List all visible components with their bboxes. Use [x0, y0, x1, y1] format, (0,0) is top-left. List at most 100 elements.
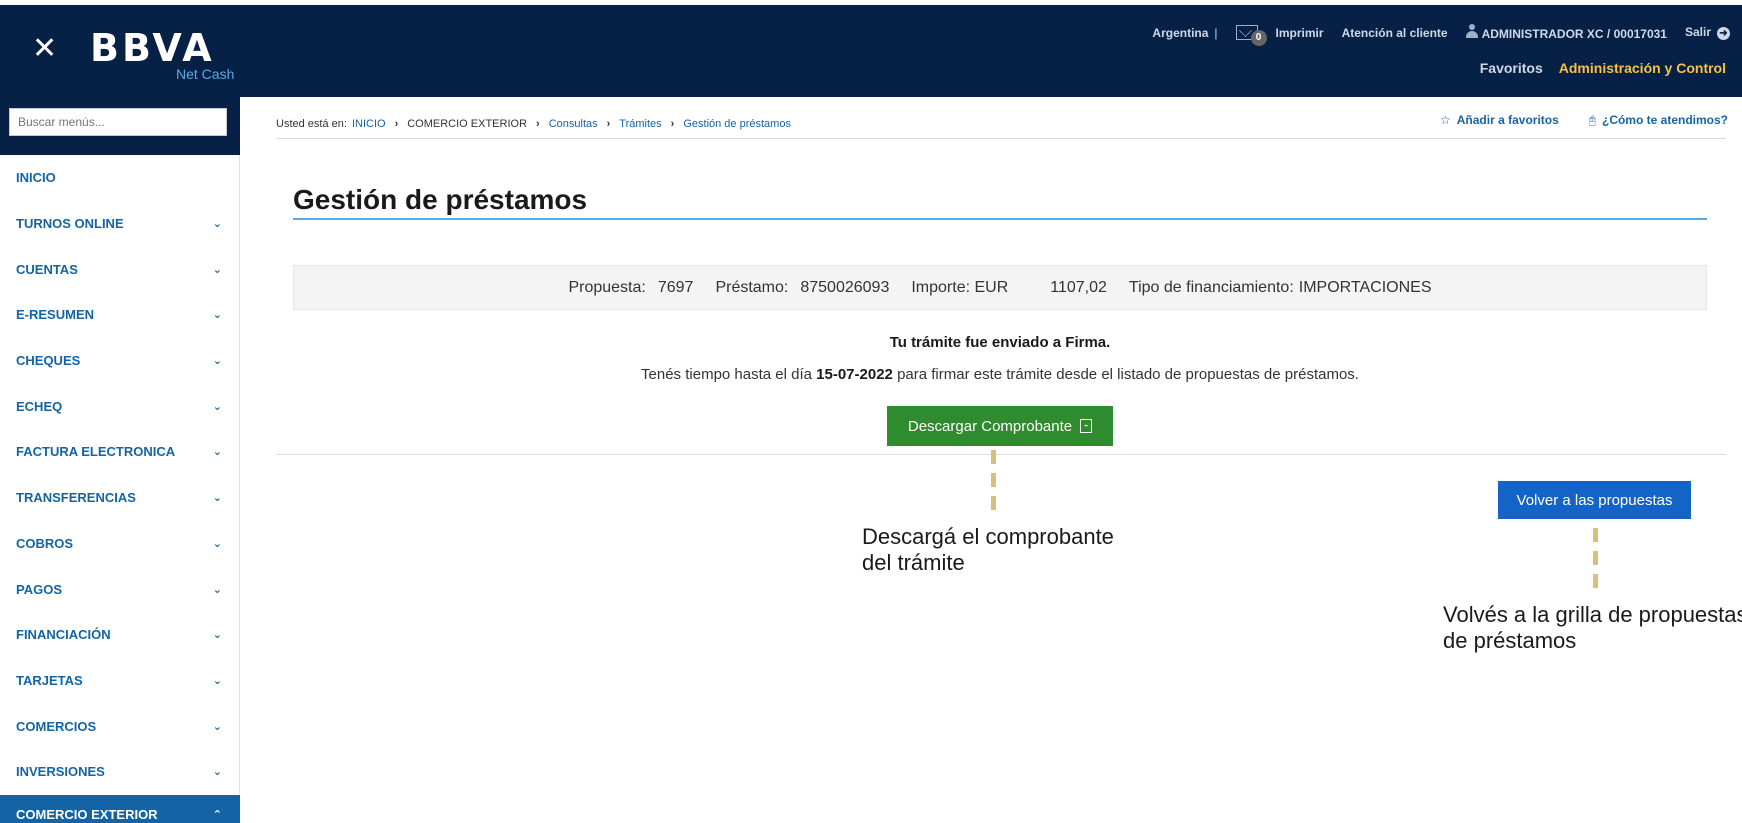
sidebar-item-cobros[interactable]: COBROS ⌄	[0, 521, 240, 567]
sidebar-item-financiacion[interactable]: FINANCIACIÓN ⌄	[0, 612, 240, 658]
sidebar-item-transferencias[interactable]: TRANSFERENCIAS ⌄	[0, 475, 240, 521]
sidebar-item-factura-electronica[interactable]: FACTURA ELECTRONICA ⌄	[0, 429, 240, 475]
sidebar-item-comercio-exterior[interactable]: COMERCIO EXTERIOR ⌃	[0, 794, 240, 823]
sidebar-menu: INICIO TURNOS ONLINE ⌄ CUENTAS ⌄ E-RESUMEN…	[0, 155, 240, 823]
favorites-link[interactable]: Favoritos	[1480, 60, 1543, 76]
mail-button[interactable]: 0	[1235, 25, 1267, 46]
sidebar-item-pagos[interactable]: PAGOS ⌄	[0, 566, 240, 612]
top-links: Argentina | 0 Imprimir Atención al clien…	[1152, 24, 1730, 46]
sidebar-item-tarjetas[interactable]: TARJETAS ⌄	[0, 658, 240, 704]
sidebar-item-label: TURNOS ONLINE	[16, 216, 124, 232]
amount-label: Importe: EUR	[911, 278, 1009, 296]
chevron-right-icon: ›	[606, 118, 611, 130]
sidebar-item-inversiones[interactable]: INVERSIONES ⌄	[0, 749, 240, 795]
sidebar-item-e-resumen[interactable]: E-RESUMEN ⌄	[0, 292, 240, 338]
chevron-down-icon: ⌄	[212, 673, 222, 687]
chevron-right-icon: ›	[670, 118, 675, 130]
admin-control-link[interactable]: Administración y Control	[1559, 60, 1726, 76]
add-favorites-label: Añadir a favoritos	[1456, 113, 1559, 127]
back-callout-line1: Volvés a la grilla de propuestas	[1443, 602, 1742, 627]
top-nav-secondary: Favoritos Administración y Control	[1480, 60, 1726, 76]
breadcrumb-inicio[interactable]: INICIO	[352, 118, 386, 130]
mail-icon: 0	[1235, 25, 1267, 46]
chevron-down-icon: ⌄	[212, 582, 222, 596]
financing-label: Tipo de financiamiento:	[1128, 278, 1294, 296]
add-favorites-link[interactable]: ☆ Añadir a favoritos	[1440, 113, 1559, 128]
sidebar-search-area	[0, 97, 240, 155]
back-callout: Volvés a la grilla de propuestas de prés…	[1443, 602, 1742, 654]
proposal-value: 7697	[657, 278, 694, 296]
chevron-down-icon: ⌄	[212, 217, 222, 231]
message-pre: Tenés tiempo hasta el día	[641, 366, 812, 383]
top-header: ✕ BBVA Net Cash Argentina | 0 Imprimir A…	[0, 0, 1742, 97]
sidebar-item-comercios[interactable]: COMERCIOS ⌄	[0, 703, 240, 749]
chevron-down-icon: ⌄	[212, 765, 222, 779]
sidebar-item-label: FACTURA ELECTRONICA	[16, 444, 176, 460]
divider: |	[1214, 25, 1218, 40]
deadline-date: 15-07-2022	[816, 366, 893, 383]
back-to-proposals-button[interactable]: Volver a las propuestas	[1498, 481, 1691, 519]
sidebar-item-cheques[interactable]: CHEQUES ⌄	[0, 338, 240, 384]
sidebar-item-label: TRANSFERENCIAS	[16, 490, 136, 506]
sidebar-item-label: ECHEQ	[16, 398, 63, 414]
back-callout-line	[1593, 528, 1598, 590]
print-link[interactable]: Imprimir	[1276, 26, 1324, 40]
pdf-icon: ⌁	[1080, 419, 1093, 433]
country-selector[interactable]: Argentina	[1152, 26, 1208, 40]
star-icon: ☆	[1439, 113, 1451, 127]
loan-label: Préstamo:	[715, 278, 789, 296]
page-tools: ☆ Añadir a favoritos 🖰 ¿Cómo te atendimos?	[1440, 113, 1728, 128]
chevron-down-icon: ⌄	[212, 354, 222, 368]
amount-value: 1107,02	[1050, 278, 1107, 296]
mouse-icon: 🖰	[1588, 113, 1596, 127]
support-link[interactable]: Atención al cliente	[1342, 26, 1448, 40]
sidebar: INICIO TURNOS ONLINE ⌄ CUENTAS ⌄ E-RESUMEN…	[0, 97, 240, 823]
chevron-down-icon: ⌄	[212, 719, 222, 733]
sidebar-item-turnos-online[interactable]: TURNOS ONLINE ⌄	[0, 201, 240, 247]
proposal-info: Propuesta: 7697	[568, 279, 693, 297]
proposal-label: Propuesta:	[568, 278, 646, 296]
message-post: para firmar este trámite desde el listad…	[897, 366, 1359, 383]
download-callout-line1: Descargá el comprobante	[862, 524, 1114, 549]
sidebar-item-inicio[interactable]: INICIO	[0, 155, 240, 201]
chevron-down-icon: ⌄	[212, 262, 222, 276]
logo-subtitle: Net Cash	[176, 66, 235, 82]
breadcrumb-consultas[interactable]: Consultas	[549, 118, 598, 130]
confirmation-title: Tu trámite fue enviado a Firma.	[889, 334, 1111, 351]
sidebar-item-label: FINANCIACIÓN	[16, 627, 111, 643]
chevron-down-icon: ⌄	[212, 445, 222, 459]
bbva-logo[interactable]: BBVA	[90, 26, 215, 70]
back-callout-line2: de préstamos	[1443, 628, 1577, 653]
help-label: ¿Cómo te atendimos?	[1601, 113, 1728, 127]
sidebar-item-label: INVERSIONES	[16, 764, 105, 780]
close-menu-icon[interactable]: ✕	[32, 34, 57, 64]
download-receipt-button[interactable]: Descargar Comprobante ⌁	[887, 406, 1113, 446]
top-strip	[0, 0, 1742, 5]
amount-info: Importe: EUR 1107,02	[911, 279, 1107, 297]
logout-link[interactable]: Salir ➜	[1685, 25, 1730, 40]
chevron-down-icon: ⌄	[212, 491, 222, 505]
user-name: ADMINISTRADOR XC / 00017031	[1481, 27, 1667, 41]
loan-info: Préstamo: 8750026093	[715, 279, 889, 297]
breadcrumb-comercio-exterior: COMERCIO EXTERIOR	[407, 118, 528, 130]
breadcrumb-divider	[276, 138, 1726, 139]
chevron-down-icon: ⌄	[212, 399, 222, 413]
confirmation-message: Tenés tiempo hasta el día 15-07-2022 par…	[293, 366, 1707, 383]
loan-value: 8750026093	[800, 278, 890, 296]
help-link[interactable]: 🖰 ¿Cómo te atendimos?	[1589, 113, 1728, 128]
breadcrumb-tramites[interactable]: Trámites	[619, 118, 661, 130]
download-callout-line	[991, 450, 996, 516]
download-callout: Descargá el comprobante del trámite	[862, 524, 1114, 576]
sidebar-item-label: CHEQUES	[16, 353, 81, 369]
sidebar-item-label: COMERCIOS	[16, 718, 97, 734]
sidebar-item-label: CUENTAS	[16, 261, 78, 277]
user-icon	[1465, 24, 1478, 38]
sidebar-item-cuentas[interactable]: CUENTAS ⌄	[0, 246, 240, 292]
user-info[interactable]: ADMINISTRADOR XC / 00017031	[1465, 24, 1667, 41]
chevron-down-icon: ⌄	[212, 628, 222, 642]
chevron-up-icon: ⌃	[212, 808, 222, 822]
sidebar-item-echeq[interactable]: ECHEQ ⌄	[0, 383, 240, 429]
chevron-right-icon: ›	[394, 118, 399, 130]
breadcrumb: Usted está en: INICIO › COMERCIO EXTERIO…	[276, 118, 791, 130]
menu-search-input[interactable]	[9, 108, 227, 136]
